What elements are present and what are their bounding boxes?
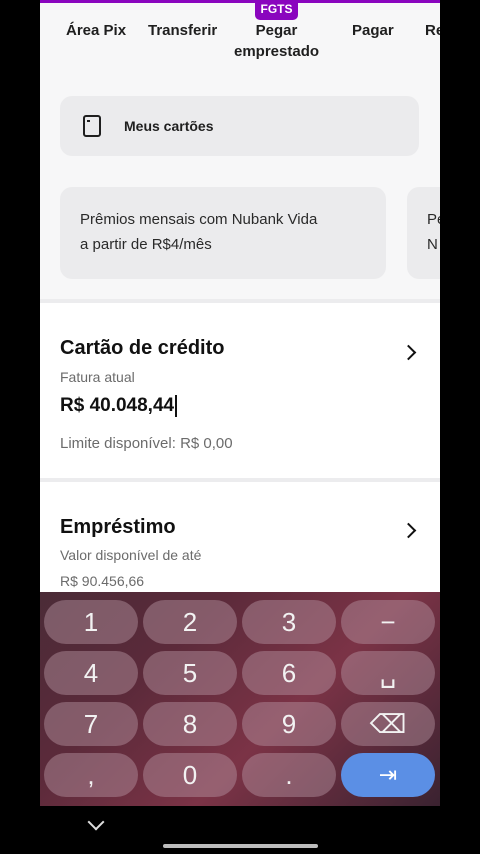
limit-label: Limite disponível:	[60, 435, 176, 452]
key-minus[interactable]: −	[341, 600, 435, 644]
key-4[interactable]: 4	[44, 651, 138, 695]
key-5[interactable]: 5	[143, 651, 237, 695]
invoice-value-field[interactable]: R$ 40.048,44	[60, 395, 178, 417]
shortcut-pegar-emprestado[interactable]: Pegar emprestado	[234, 20, 319, 62]
limit-value: R$ 0,00	[180, 435, 233, 452]
promo-text: Prêmios mensais com Nubank Vida a partir…	[80, 211, 318, 253]
key-1[interactable]: 1	[44, 600, 138, 644]
loan-section[interactable]: Empréstimo Valor disponível de até R$ 90…	[40, 482, 440, 600]
loan-title: Empréstimo	[60, 516, 176, 538]
shortcut-transferir[interactable]: Transferir	[148, 20, 217, 41]
key-2[interactable]: 2	[143, 600, 237, 644]
numeric-keyboard: 1 2 3 − 4 5 6 ␣ 7 8 9 ⌫ , 0 . ⇥	[40, 592, 440, 806]
loan-available-label: Valor disponível de até	[60, 547, 202, 563]
credit-card-title: Cartão de crédito	[60, 337, 225, 359]
text-caret	[175, 395, 178, 417]
loan-available-value: R$ 90.456,66	[60, 573, 145, 589]
chevron-right-icon	[400, 522, 417, 539]
credit-card-section[interactable]: Cartão de crédito Fatura atual R$ 40.048…	[40, 303, 440, 478]
home-gesture-handle[interactable]	[163, 844, 318, 848]
key-period[interactable]: .	[242, 753, 336, 797]
limit-row: Limite disponível: R$ 0,00	[60, 435, 233, 452]
next-field-key[interactable]: ⇥	[341, 753, 435, 797]
hide-keyboard-icon[interactable]	[87, 813, 105, 831]
system-nav-bar	[0, 806, 480, 854]
key-7[interactable]: 7	[44, 702, 138, 746]
card-icon	[83, 115, 101, 137]
key-0[interactable]: 0	[143, 753, 237, 797]
app-screen: FGTS Área Pix Transferir Pegar emprestad…	[40, 0, 440, 600]
fgts-badge: FGTS	[255, 0, 298, 20]
key-6[interactable]: 6	[242, 651, 336, 695]
promo-card-nubank-vida[interactable]: Prêmios mensais com Nubank Vida a partir…	[60, 187, 386, 279]
shortcut-pagar[interactable]: Pagar	[352, 20, 394, 41]
key-3[interactable]: 3	[242, 600, 336, 644]
promo-card-next[interactable]: Pe N	[407, 187, 440, 279]
backspace-key[interactable]: ⌫	[341, 702, 435, 746]
shortcut-partial[interactable]: Re	[425, 20, 440, 41]
invoice-value: R$ 40.048,44	[60, 395, 175, 417]
key-8[interactable]: 8	[143, 702, 237, 746]
key-comma[interactable]: ,	[44, 753, 138, 797]
promo-text-partial: Pe N	[427, 211, 440, 253]
shortcut-bar: FGTS Área Pix Transferir Pegar emprestad…	[40, 0, 440, 70]
invoice-label: Fatura atual	[60, 369, 135, 385]
shortcut-area-pix[interactable]: Área Pix	[66, 20, 126, 41]
my-cards-button[interactable]: Meus cartões	[60, 96, 419, 156]
chevron-right-icon	[400, 344, 417, 361]
key-space[interactable]: ␣	[341, 651, 435, 695]
key-9[interactable]: 9	[242, 702, 336, 746]
my-cards-label: Meus cartões	[124, 118, 214, 134]
